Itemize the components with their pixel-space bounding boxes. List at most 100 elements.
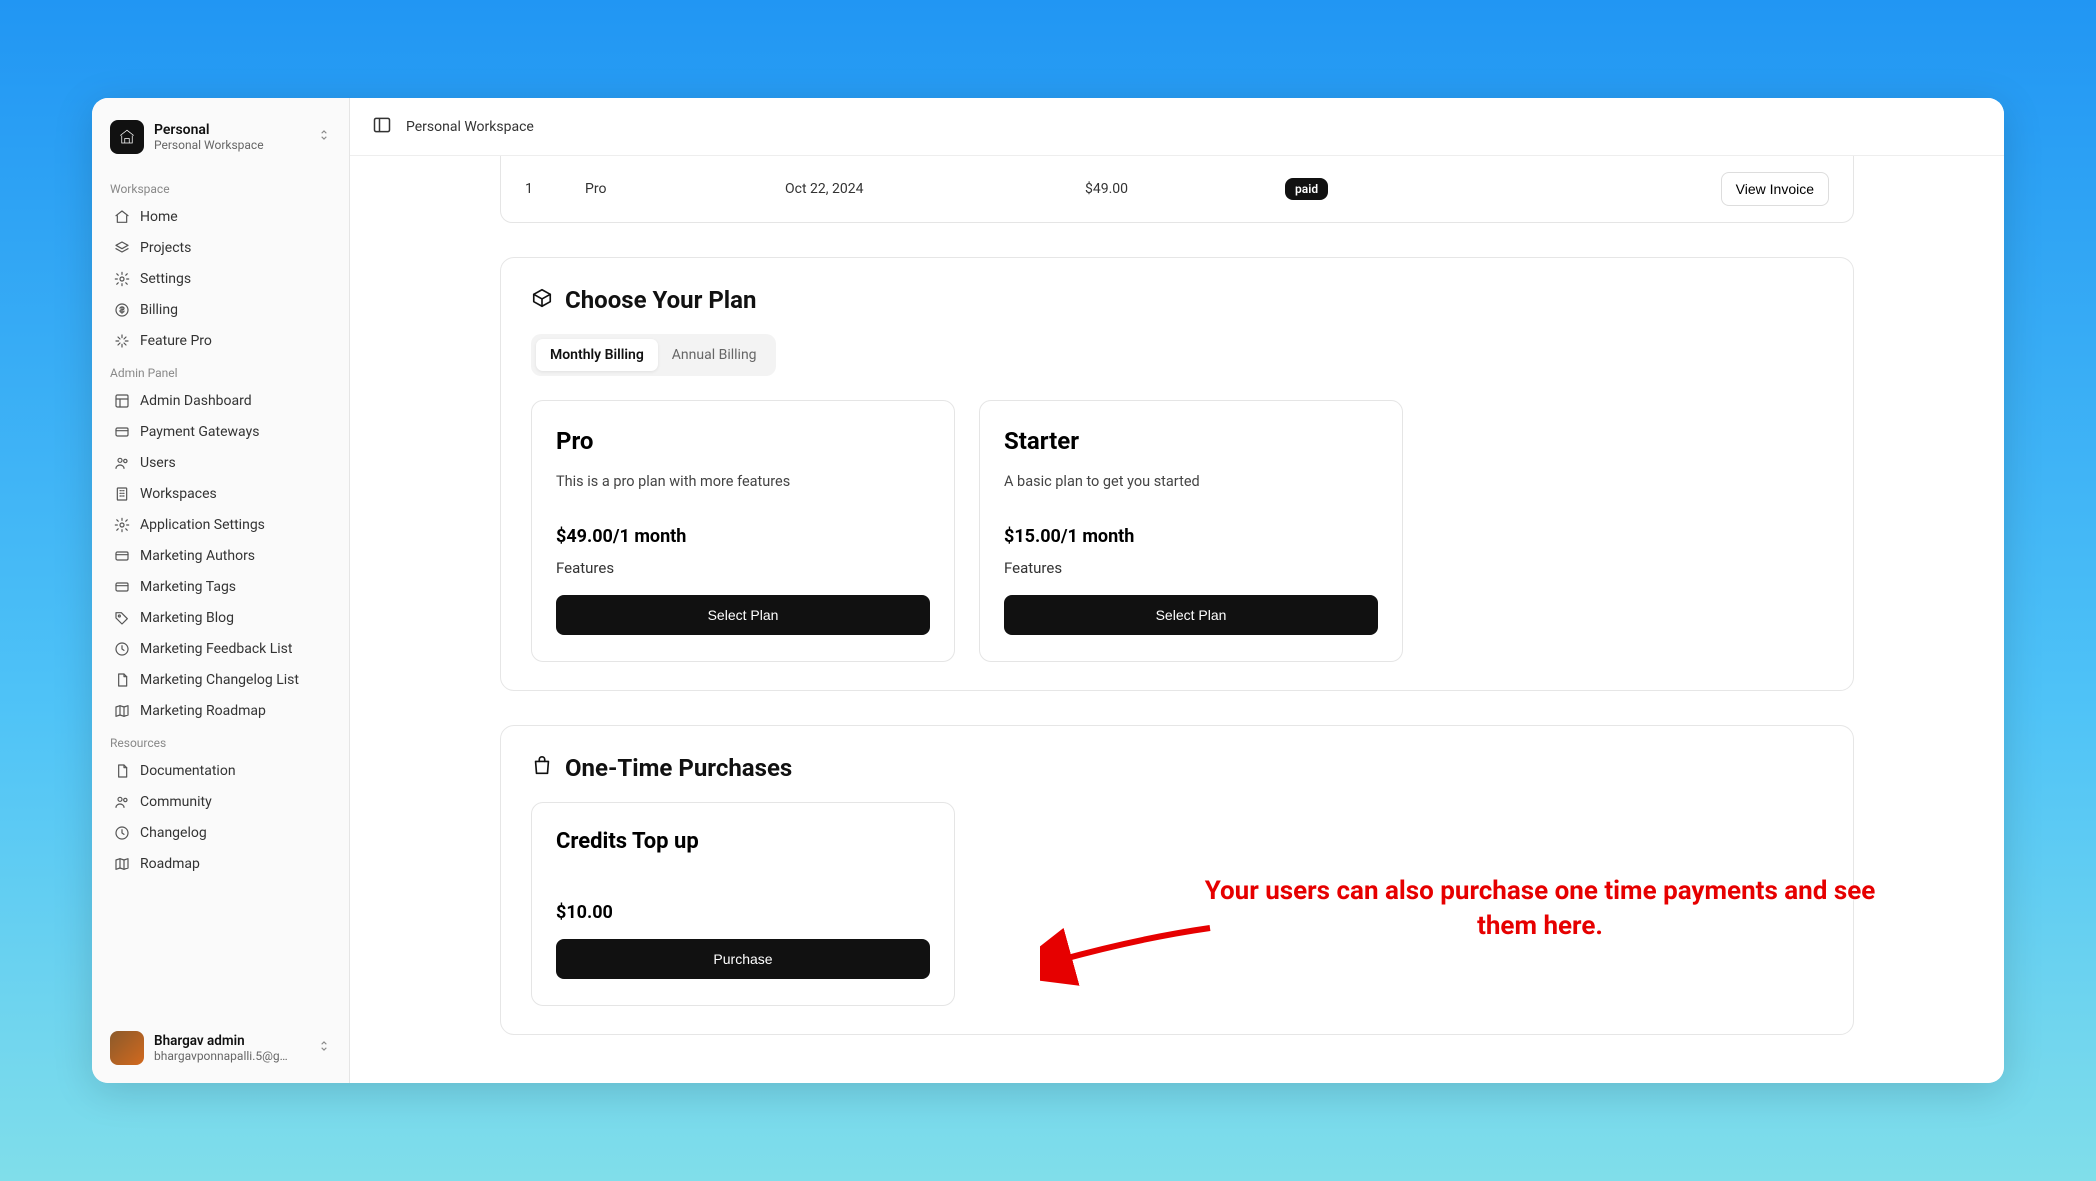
sidebar-item-label: Marketing Blog: [140, 610, 234, 626]
select-plan-button[interactable]: Select Plan: [556, 595, 930, 635]
sidebar-item-label: Feature Pro: [140, 333, 212, 349]
plan-features-label: Features: [1004, 559, 1378, 577]
sidebar-item-roadmap[interactable]: Roadmap: [106, 849, 335, 879]
sidebar-item-label: Marketing Tags: [140, 579, 236, 595]
card-icon: [114, 548, 130, 564]
plan-name: Pro: [556, 427, 930, 455]
building-icon: [114, 486, 130, 502]
plan-description: A basic plan to get you started: [1004, 473, 1378, 490]
sidebar-item-admin-dashboard[interactable]: Admin Dashboard: [106, 386, 335, 416]
invoice-action-cell: View Invoice: [1465, 172, 1829, 206]
sidebar-item-feature-pro[interactable]: Feature Pro: [106, 326, 335, 356]
tab-annual-billing[interactable]: Annual Billing: [658, 339, 771, 371]
sidebar-item-label: Users: [140, 455, 176, 471]
workspace-subtitle: Personal Workspace: [154, 138, 307, 152]
users-icon: [114, 455, 130, 471]
sidebar-scroll[interactable]: Workspace Home Projects Settings Billing Feat…: [106, 172, 335, 1017]
user-menu[interactable]: Bhargav admin bhargavponnapalli.5@g…: [106, 1025, 335, 1071]
sidebar-item-users[interactable]: Users: [106, 448, 335, 478]
sparkle-icon: [114, 333, 130, 349]
purchase-price: $10.00: [556, 902, 930, 923]
tab-monthly-billing[interactable]: Monthly Billing: [536, 339, 658, 371]
map-icon: [114, 856, 130, 872]
sidebar-item-application-settings[interactable]: Application Settings: [106, 510, 335, 540]
workspace-name: Personal: [154, 122, 307, 138]
invoice-row: 1 Pro Oct 22, 2024 $49.00 paid View Invo…: [500, 156, 1854, 223]
sidebar-item-changelog[interactable]: Changelog: [106, 818, 335, 848]
sidebar-item-marketing-blog[interactable]: Marketing Blog: [106, 603, 335, 633]
chevron-up-down-icon: [317, 1039, 331, 1057]
sidebar-item-home[interactable]: Home: [106, 202, 335, 232]
select-plan-button[interactable]: Select Plan: [1004, 595, 1378, 635]
annotation-text: Your users can also purchase one time pa…: [1180, 874, 1900, 944]
view-invoice-button[interactable]: View Invoice: [1721, 172, 1829, 206]
workspace-title-col: Personal Personal Workspace: [154, 122, 307, 152]
clock-icon: [114, 825, 130, 841]
sidebar-item-label: Home: [140, 209, 178, 225]
sidebar: Personal Personal Workspace Workspace Hom…: [92, 98, 350, 1083]
sidebar-item-settings[interactable]: Settings: [106, 264, 335, 294]
choose-plan-title: Choose Your Plan: [565, 286, 756, 314]
sidebar-item-label: Marketing Feedback List: [140, 641, 292, 657]
sidebar-item-label: Documentation: [140, 763, 236, 779]
plan-name: Starter: [1004, 427, 1378, 455]
plan-price: $15.00/1 month: [1004, 526, 1378, 547]
nav-section-label: Admin Panel: [110, 366, 331, 380]
sidebar-item-payment-gateways[interactable]: Payment Gateways: [106, 417, 335, 447]
main-wrap: Personal Workspace 1 Pro Oct 22, 2024 $4…: [350, 98, 2004, 1083]
choose-plan-card: Choose Your Plan Monthly Billing Annual …: [500, 257, 1854, 691]
card-icon: [114, 579, 130, 595]
package-icon: [531, 287, 553, 313]
purchase-name: Credits Top up: [556, 829, 930, 854]
purchase-button[interactable]: Purchase: [556, 939, 930, 979]
invoice-plan: Pro: [585, 181, 765, 197]
breadcrumb: Personal Workspace: [406, 119, 534, 135]
plan-price: $49.00/1 month: [556, 526, 930, 547]
sidebar-item-label: Marketing Authors: [140, 548, 255, 564]
invoice-number: 1: [525, 181, 565, 197]
status-badge-paid: paid: [1285, 178, 1328, 200]
sidebar-item-documentation[interactable]: Documentation: [106, 756, 335, 786]
sidebar-item-label: Projects: [140, 240, 191, 256]
sidebar-item-label: Workspaces: [140, 486, 217, 502]
app-window: Personal Personal Workspace Workspace Hom…: [92, 98, 2004, 1083]
topbar: Personal Workspace: [350, 98, 2004, 156]
doc-icon: [114, 672, 130, 688]
invoice-date: Oct 22, 2024: [785, 181, 1065, 197]
sidebar-item-label: Settings: [140, 271, 191, 287]
sidebar-item-marketing-changelog-list[interactable]: Marketing Changelog List: [106, 665, 335, 695]
avatar: [110, 1031, 144, 1065]
sidebar-item-billing[interactable]: Billing: [106, 295, 335, 325]
sidebar-item-community[interactable]: Community: [106, 787, 335, 817]
sidebar-item-marketing-feedback-list[interactable]: Marketing Feedback List: [106, 634, 335, 664]
sidebar-item-marketing-tags[interactable]: Marketing Tags: [106, 572, 335, 602]
nav-section-label: Workspace: [110, 182, 331, 196]
gear-icon: [114, 517, 130, 533]
sidebar-item-label: Marketing Roadmap: [140, 703, 266, 719]
sidebar-item-label: Billing: [140, 302, 178, 318]
purchase-card-credits-top-up: Credits Top up $10.00 Purchase: [531, 802, 955, 1006]
plan-card-starter: Starter A basic plan to get you started …: [979, 400, 1403, 662]
nav-section-label: Resources: [110, 736, 331, 750]
sidebar-item-label: Marketing Changelog List: [140, 672, 299, 688]
plans-row: Pro This is a pro plan with more feature…: [531, 400, 1823, 662]
doc-icon: [114, 763, 130, 779]
map-icon: [114, 703, 130, 719]
sidebar-item-label: Roadmap: [140, 856, 200, 872]
sidebar-item-workspaces[interactable]: Workspaces: [106, 479, 335, 509]
billing-toggle: Monthly Billing Annual Billing: [531, 334, 776, 376]
sidebar-toggle-icon[interactable]: [372, 115, 392, 139]
shopping-bag-icon: [531, 755, 553, 781]
layers-icon: [114, 240, 130, 256]
sidebar-item-marketing-authors[interactable]: Marketing Authors: [106, 541, 335, 571]
sidebar-item-marketing-roadmap[interactable]: Marketing Roadmap: [106, 696, 335, 726]
chevron-up-down-icon: [317, 128, 331, 146]
plan-description: This is a pro plan with more features: [556, 473, 930, 490]
home-icon: [114, 209, 130, 225]
workspace-switcher[interactable]: Personal Personal Workspace: [106, 116, 335, 158]
user-name: Bhargav admin: [154, 1033, 307, 1049]
user-email: bhargavponnapalli.5@g…: [154, 1049, 304, 1063]
sidebar-item-label: Admin Dashboard: [140, 393, 252, 409]
sidebar-item-projects[interactable]: Projects: [106, 233, 335, 263]
gear-icon: [114, 271, 130, 287]
